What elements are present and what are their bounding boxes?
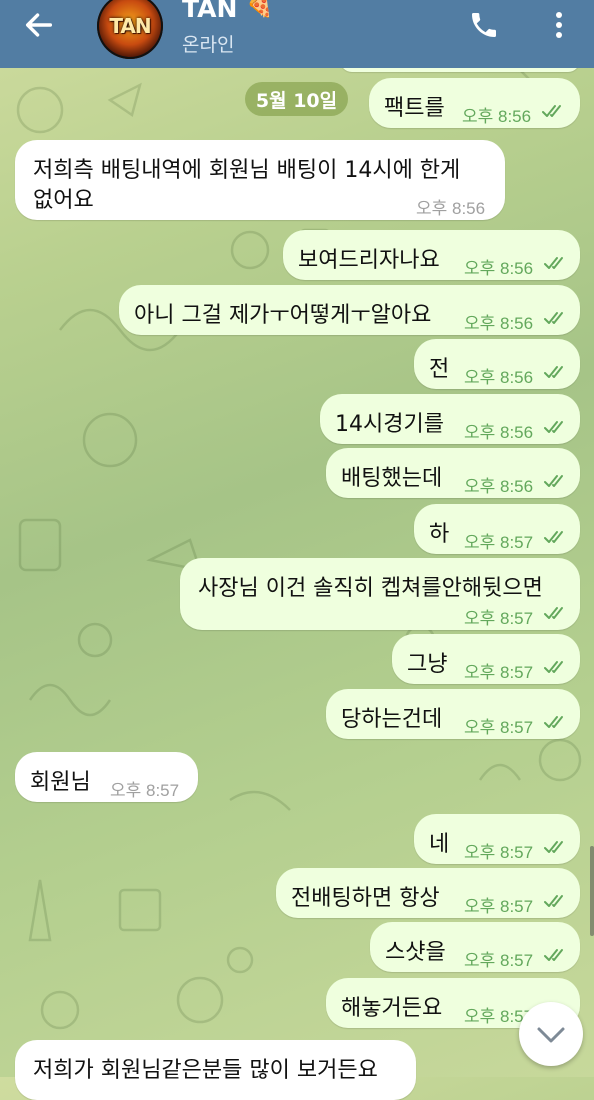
- message-text: 당하는건데: [341, 707, 443, 732]
- double-check-icon: [544, 714, 570, 730]
- outgoing-message[interactable]: 네 오후 8:57: [414, 814, 580, 864]
- pizza-emoji: 🍕: [246, 0, 274, 19]
- message-time: 오후 8:57: [464, 897, 534, 916]
- outgoing-message[interactable]: 당하는건데 오후 8:57: [326, 689, 580, 739]
- message-text: 팩트를: [384, 96, 445, 121]
- outgoing-message[interactable]: 팩트를 오후 8:56: [369, 78, 580, 128]
- message-text: 14시경기를: [335, 412, 444, 437]
- message-time: 오후 8:57: [464, 663, 534, 682]
- double-check-icon: [544, 419, 570, 435]
- chat-title[interactable]: TAN: [182, 0, 237, 23]
- message-text: 회원님: [30, 770, 91, 795]
- message-time: 오후 8:56: [464, 314, 534, 333]
- message-text: 그냥: [407, 652, 448, 677]
- message-text: 저희측 배팅내역에 회원님 배팅이 14시에 한게: [33, 158, 461, 183]
- message-time: 오후 8:56: [464, 477, 534, 496]
- double-check-icon: [544, 839, 570, 855]
- double-check-icon: [544, 364, 570, 380]
- date-separator-label: 5월 10일: [255, 89, 338, 112]
- double-check-icon: [544, 310, 570, 326]
- double-check-icon: [542, 103, 568, 119]
- message-time: 오후 8:57: [464, 843, 534, 862]
- message-text: 저희가 회원님같은분들 많이 보거든요: [33, 1058, 378, 1083]
- message-text: 보여드리자나요: [298, 248, 440, 273]
- double-check-icon: [544, 605, 570, 621]
- outgoing-message[interactable]: 보여드리자나요 오후 8:56: [283, 230, 580, 280]
- incoming-message[interactable]: 회원님 오후 8:57: [15, 752, 198, 802]
- phone-icon[interactable]: [468, 9, 500, 41]
- outgoing-message[interactable]: 스샷을 오후 8:57: [370, 922, 580, 972]
- message-text: 스샷을: [385, 940, 446, 965]
- double-check-icon: [544, 659, 570, 675]
- message-time: 오후 8:56: [464, 259, 534, 278]
- message-text: 배팅했는데: [341, 466, 443, 491]
- outgoing-message[interactable]: 아니 그걸 제가ㅜ어떻게ㅜ알아요 오후 8:56: [119, 285, 580, 335]
- incoming-message[interactable]: 저희가 회원님같은분들 많이 보거든요: [15, 1040, 416, 1100]
- message-time: 오후 8:56: [464, 423, 534, 442]
- outgoing-message[interactable]: 배팅했는데 오후 8:56: [326, 448, 580, 498]
- chat-header: TAN TAN 🍕 온라인: [0, 0, 594, 68]
- message-time: 오후 8:57: [464, 533, 534, 552]
- message-time: 오후 8:57: [464, 951, 534, 970]
- arrow-left-icon[interactable]: [22, 8, 56, 42]
- double-check-icon: [544, 947, 570, 963]
- message-time: 오후 8:56: [416, 199, 486, 218]
- avatar-text: TAN: [109, 14, 151, 38]
- double-check-icon: [544, 893, 570, 909]
- outgoing-message[interactable]: 14시경기를 오후 8:56: [320, 394, 580, 444]
- scroll-down-button[interactable]: [519, 1002, 583, 1066]
- date-separator: 5월 10일: [245, 82, 348, 116]
- scrollbar[interactable]: [590, 846, 594, 936]
- outgoing-message[interactable]: 그냥 오후 8:57: [392, 634, 580, 684]
- outgoing-message[interactable]: 사장님 이건 솔직히 켑쳐를안해뒷으면오후 8:57: [180, 558, 580, 630]
- outgoing-message[interactable]: 전배팅하면 항상 오후 8:57: [276, 868, 580, 918]
- outgoing-message[interactable]: 전 오후 8:56: [414, 339, 580, 389]
- online-status: 온라인: [182, 34, 235, 56]
- message-text: 해놓거든요: [341, 996, 443, 1021]
- message-time: 오후 8:57: [110, 781, 180, 800]
- message-text: 하: [429, 522, 450, 547]
- message-text-line2: 없어요: [33, 188, 94, 213]
- message-text: 사장님 이건 솔직히 켑쳐를안해뒷으면: [198, 576, 543, 601]
- message-time: 오후 8:57: [464, 609, 534, 628]
- message-time: 오후 8:56: [462, 107, 532, 126]
- message-time: 오후 8:57: [464, 718, 534, 737]
- message-text: 전: [429, 357, 450, 382]
- incoming-message[interactable]: 저희측 배팅내역에 회원님 배팅이 14시에 한게없어요 오후 8:56: [15, 140, 505, 220]
- message-text: 전배팅하면 항상: [291, 886, 440, 911]
- double-check-icon: [544, 529, 570, 545]
- chevron-down-icon: [537, 1027, 565, 1043]
- double-check-icon: [544, 473, 570, 489]
- avatar[interactable]: TAN: [97, 0, 163, 59]
- message-text: 네: [429, 832, 450, 857]
- outgoing-message[interactable]: 하 오후 8:57: [414, 504, 580, 554]
- message-text: 아니 그걸 제가ㅜ어떻게ㅜ알아요: [134, 303, 432, 328]
- more-vertical-icon[interactable]: [549, 10, 569, 40]
- message-time: 오후 8:56: [464, 368, 534, 387]
- double-check-icon: [544, 255, 570, 271]
